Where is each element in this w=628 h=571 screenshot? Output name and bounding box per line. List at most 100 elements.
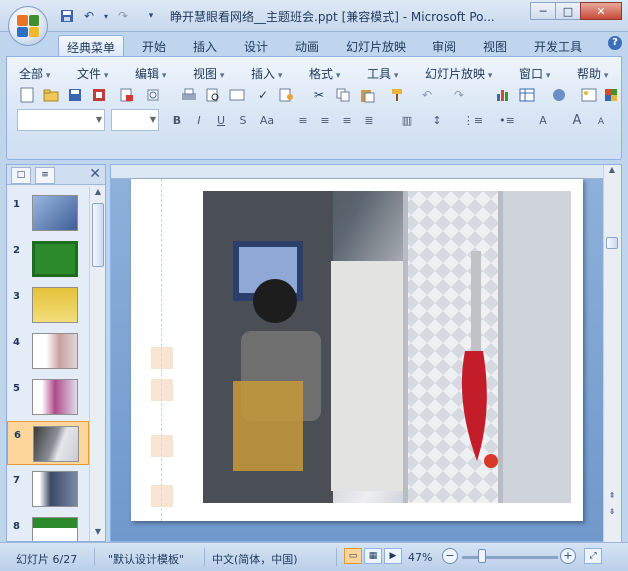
- slides-tab-icon[interactable]: □: [11, 167, 31, 184]
- scrollbar-thumb[interactable]: [606, 237, 618, 249]
- attach-icon[interactable]: [143, 85, 163, 105]
- fit-to-window-icon[interactable]: ⤢: [584, 548, 602, 564]
- shadow-button[interactable]: S: [233, 110, 253, 130]
- color-scheme-icon[interactable]: [601, 85, 621, 105]
- font-name-combo[interactable]: ▼: [17, 109, 105, 131]
- font-color-button[interactable]: A: [533, 110, 553, 130]
- menu-all[interactable]: 全部: [19, 65, 50, 82]
- scroll-down-icon[interactable]: ▼: [91, 527, 105, 541]
- new-document-icon[interactable]: [17, 85, 37, 105]
- change-case-button[interactable]: Aa: [257, 110, 277, 130]
- close-button[interactable]: ✕: [580, 2, 622, 20]
- underline-button[interactable]: U: [211, 110, 231, 130]
- cut-icon[interactable]: ✂: [309, 85, 329, 105]
- thumbnail-scrollbar[interactable]: ▲ ▼: [89, 187, 105, 541]
- paste-icon[interactable]: [357, 85, 377, 105]
- copy-icon[interactable]: [333, 85, 353, 105]
- tab-animation[interactable]: 动画: [287, 35, 327, 56]
- spelling-icon[interactable]: ✓: [253, 85, 273, 105]
- close-icon[interactable]: ✕: [89, 166, 101, 182]
- tab-classic-menu[interactable]: 经典菜单: [58, 35, 125, 56]
- current-slide[interactable]: [131, 179, 583, 521]
- previous-slide-icon[interactable]: ⇞: [605, 491, 619, 505]
- slideshow-icon[interactable]: ▶: [384, 548, 402, 564]
- slide-sorter-icon[interactable]: ▦: [364, 548, 382, 564]
- tab-home[interactable]: 开始: [134, 35, 174, 56]
- menu-window[interactable]: 窗口: [519, 65, 550, 82]
- customize-icon[interactable]: ▾: [142, 7, 160, 25]
- language-indicator[interactable]: 中文(简体，中国): [212, 551, 298, 567]
- help-icon[interactable]: ?: [608, 36, 622, 50]
- dropdown-arrow-icon[interactable]: ▾: [102, 7, 110, 25]
- undo-icon[interactable]: ↶: [417, 85, 437, 105]
- redo-icon[interactable]: ↷: [449, 85, 469, 105]
- save-icon[interactable]: [65, 85, 85, 105]
- slide-thumbnail[interactable]: 1: [7, 191, 89, 235]
- slide-thumbnail[interactable]: 5: [7, 375, 89, 419]
- scroll-up-icon[interactable]: ▲: [605, 165, 619, 179]
- tab-view[interactable]: 视图: [475, 35, 515, 56]
- italic-button[interactable]: I: [189, 110, 209, 130]
- bold-button[interactable]: B: [167, 110, 187, 130]
- menu-edit[interactable]: 编辑: [135, 65, 166, 82]
- minimize-button[interactable]: ─: [530, 2, 556, 20]
- research-icon[interactable]: [277, 85, 297, 105]
- tab-slideshow[interactable]: 幻灯片放映: [338, 35, 414, 56]
- hyperlink-icon[interactable]: [549, 85, 569, 105]
- justify-icon[interactable]: ≣: [359, 110, 379, 130]
- slide-scrollbar[interactable]: ▲ ⇞ ⇟: [603, 165, 621, 543]
- menu-format[interactable]: 格式: [309, 65, 340, 82]
- pdf-export-icon[interactable]: [117, 85, 137, 105]
- menu-insert[interactable]: 插入: [251, 65, 282, 82]
- menu-file[interactable]: 文件: [77, 65, 108, 82]
- zoom-out-icon[interactable]: −: [442, 548, 458, 564]
- zoom-slider-track[interactable]: [462, 556, 558, 559]
- format-painter-icon[interactable]: [387, 85, 407, 105]
- columns-icon[interactable]: ▥: [397, 110, 417, 130]
- slide-thumbnail[interactable]: 4: [7, 329, 89, 373]
- grow-font-button[interactable]: A: [567, 110, 587, 130]
- menu-tools[interactable]: 工具: [367, 65, 398, 82]
- slide-thumbnail[interactable]: 7: [7, 467, 89, 511]
- next-slide-icon[interactable]: ⇟: [605, 507, 619, 521]
- normal-view-icon[interactable]: ▭: [344, 548, 362, 564]
- slide-thumbnail[interactable]: 2: [7, 237, 89, 281]
- zoom-slider-knob[interactable]: [477, 549, 486, 563]
- print-icon[interactable]: [179, 85, 199, 105]
- save-icon[interactable]: [58, 7, 76, 25]
- font-size-combo[interactable]: ▼: [111, 109, 159, 131]
- tab-developer[interactable]: 开发工具: [526, 35, 590, 56]
- print-preview-icon[interactable]: [203, 85, 223, 105]
- align-center-icon[interactable]: ≡: [315, 110, 335, 130]
- permission-icon[interactable]: [89, 85, 109, 105]
- undo-icon[interactable]: ↶: [80, 7, 98, 25]
- redo-icon[interactable]: ↷: [114, 7, 132, 25]
- zoom-level[interactable]: 47%: [408, 551, 432, 564]
- open-folder-icon[interactable]: [41, 85, 61, 105]
- maximize-button[interactable]: □: [555, 2, 581, 20]
- tab-review[interactable]: 审阅: [424, 35, 464, 56]
- outline-tab-icon[interactable]: ≡: [35, 167, 55, 184]
- align-left-icon[interactable]: ≡: [293, 110, 313, 130]
- page-setup-icon[interactable]: [227, 85, 247, 105]
- slide-thumbnail-selected[interactable]: 6: [7, 421, 89, 465]
- insert-table-icon[interactable]: [517, 85, 537, 105]
- scrollbar-thumb[interactable]: [92, 203, 104, 267]
- bullets-icon[interactable]: •≡: [497, 110, 517, 130]
- line-spacing-icon[interactable]: ↕: [427, 110, 447, 130]
- insert-chart-icon[interactable]: [493, 85, 513, 105]
- menu-view[interactable]: 视图: [193, 65, 224, 82]
- menu-help[interactable]: 帮助: [577, 65, 608, 82]
- tab-design[interactable]: 设计: [236, 35, 276, 56]
- slide-thumbnail[interactable]: 3: [7, 283, 89, 327]
- slide-thumbnail[interactable]: 8: [7, 513, 89, 541]
- office-button[interactable]: [8, 6, 48, 46]
- numbering-icon[interactable]: ⋮≡: [463, 110, 483, 130]
- menu-slideshow[interactable]: 幻灯片放映: [425, 65, 492, 82]
- zoom-in-icon[interactable]: +: [560, 548, 576, 564]
- scroll-up-icon[interactable]: ▲: [91, 187, 105, 201]
- insert-picture-icon[interactable]: [579, 85, 599, 105]
- align-right-icon[interactable]: ≡: [337, 110, 357, 130]
- tab-insert[interactable]: 插入: [185, 35, 225, 56]
- slide-photo[interactable]: [203, 191, 571, 503]
